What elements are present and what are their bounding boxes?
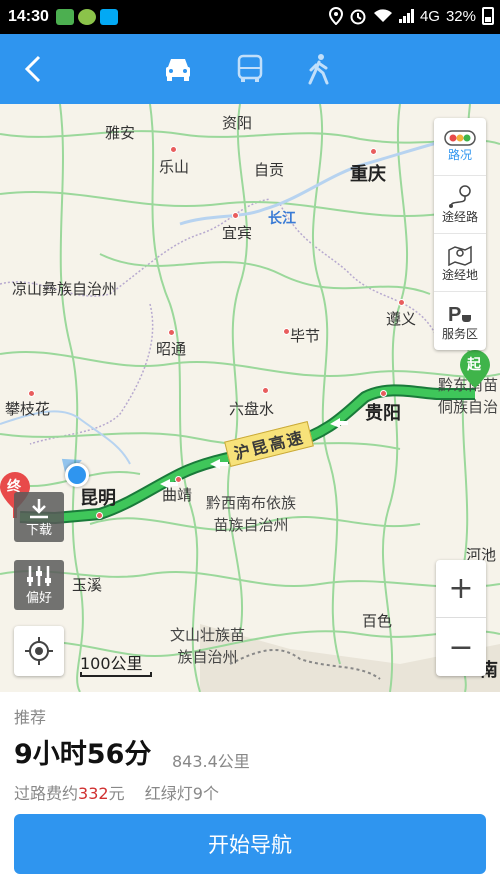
offline-download-button[interactable]: 下载	[14, 492, 64, 542]
crosshair-icon	[25, 637, 53, 665]
walk-icon	[308, 54, 329, 85]
city-dot	[283, 328, 290, 335]
route-info-line: 过路费约332元 红绿灯9个	[14, 780, 219, 804]
back-button[interactable]	[8, 44, 58, 94]
route-summary-panel[interactable]: 推荐 9小时56分 843.4公里 过路费约332元 红绿灯9个 开始导航	[0, 692, 500, 889]
current-location-marker	[54, 449, 92, 490]
traffic-toggle[interactable]: 路况	[434, 118, 486, 176]
sliders-icon	[27, 565, 51, 586]
via-place-button[interactable]: 途经地	[434, 234, 486, 292]
start-marker[interactable]: 起	[460, 350, 490, 388]
transport-mode-bar	[0, 34, 500, 104]
region-label-wenshan: 文山壮族苗 族自治州	[170, 626, 246, 666]
location-icon	[328, 7, 343, 25]
city-label: 雅安	[105, 124, 136, 142]
city-dot	[398, 299, 405, 306]
city-label: 凉山彝族自治州	[12, 280, 118, 298]
via-route-button[interactable]: 途经路	[434, 176, 486, 234]
city-label: 百色	[362, 612, 393, 630]
city-label: 昭通	[156, 340, 187, 358]
city-label: 宜宾	[222, 224, 253, 242]
wechat-icon	[56, 9, 74, 25]
city-label: 重庆	[350, 164, 386, 185]
river-label: 长江	[268, 211, 296, 227]
locate-button[interactable]	[14, 626, 64, 676]
app-icon	[100, 9, 118, 25]
city-label: 贵阳	[365, 403, 401, 424]
city-dot	[370, 148, 377, 155]
city-label: 资阳	[222, 114, 253, 132]
status-bar: 14:30 4G 32%	[0, 0, 500, 34]
city-dot	[168, 329, 175, 336]
wifi-icon	[373, 9, 392, 22]
city-label: 遵义	[386, 310, 417, 328]
download-icon	[30, 498, 48, 518]
city-dot	[262, 387, 269, 394]
battery-icon	[482, 7, 494, 25]
toll-prefix: 过路费约	[14, 784, 79, 803]
parking-icon: P	[448, 304, 471, 325]
map-scale-label: 100公里	[80, 654, 143, 673]
mode-walk-button[interactable]	[294, 44, 344, 94]
map-scale-bar	[80, 672, 152, 677]
zoom-out-button[interactable]: −	[436, 618, 486, 676]
map-view[interactable]: 雅安 资阳 乐山 自贡 重庆 宜宾 凉山彝族自治州 昭通 毕节 遵义 攀枝花 六…	[0, 104, 500, 692]
city-label: 乐山	[159, 158, 190, 176]
city-dot	[175, 476, 182, 483]
route-preference-button[interactable]: 偏好	[14, 560, 64, 610]
toll-suffix: 元	[108, 784, 125, 803]
zoom-in-button[interactable]: +	[436, 560, 486, 618]
start-marker-label: 起	[467, 357, 481, 373]
city-dot	[380, 390, 387, 397]
city-label: 玉溪	[72, 576, 103, 594]
city-label: 自贡	[254, 161, 285, 179]
city-label: 攀枝花	[5, 400, 51, 418]
map-pin-icon	[448, 245, 472, 266]
network-type: 4G	[419, 7, 440, 25]
recommend-label: 推荐	[14, 708, 47, 727]
region-label-qiannan: 黔西南布依族 苗族自治州	[206, 494, 297, 534]
alarm-icon	[350, 9, 366, 25]
start-navigation-button[interactable]: 开始导航	[14, 814, 486, 874]
city-label: 曲靖	[162, 486, 193, 504]
status-time: 14:30	[8, 8, 49, 25]
battery-percent: 32%	[445, 7, 476, 25]
city-label: 毕节	[290, 327, 321, 345]
city-dot	[170, 146, 177, 153]
traffic-light-icon	[444, 130, 476, 146]
city-dot	[232, 212, 239, 219]
app-icon	[78, 9, 96, 25]
signal-icon	[398, 9, 414, 23]
zoom-control: + −	[436, 560, 486, 676]
toll-amount: 332	[78, 784, 109, 803]
city-dot	[96, 512, 103, 519]
city-dot	[28, 390, 35, 397]
bus-icon	[237, 54, 263, 82]
service-area-button[interactable]: P 服务区	[434, 292, 486, 350]
back-arrow-icon	[24, 55, 41, 83]
map-side-panel: 路况 途经路 途经地 P 服务区	[434, 118, 486, 350]
mode-bus-button[interactable]	[225, 44, 275, 94]
route-duration: 9小时56分	[14, 739, 152, 770]
route-distance: 843.4公里	[172, 752, 250, 771]
svg-text:P: P	[448, 304, 461, 325]
route-pin-icon	[449, 185, 471, 208]
city-label: 六盘水	[229, 400, 275, 418]
mode-car-button[interactable]	[153, 44, 203, 94]
car-icon	[166, 59, 190, 81]
traffic-lights-count: 红绿灯9个	[144, 784, 219, 803]
